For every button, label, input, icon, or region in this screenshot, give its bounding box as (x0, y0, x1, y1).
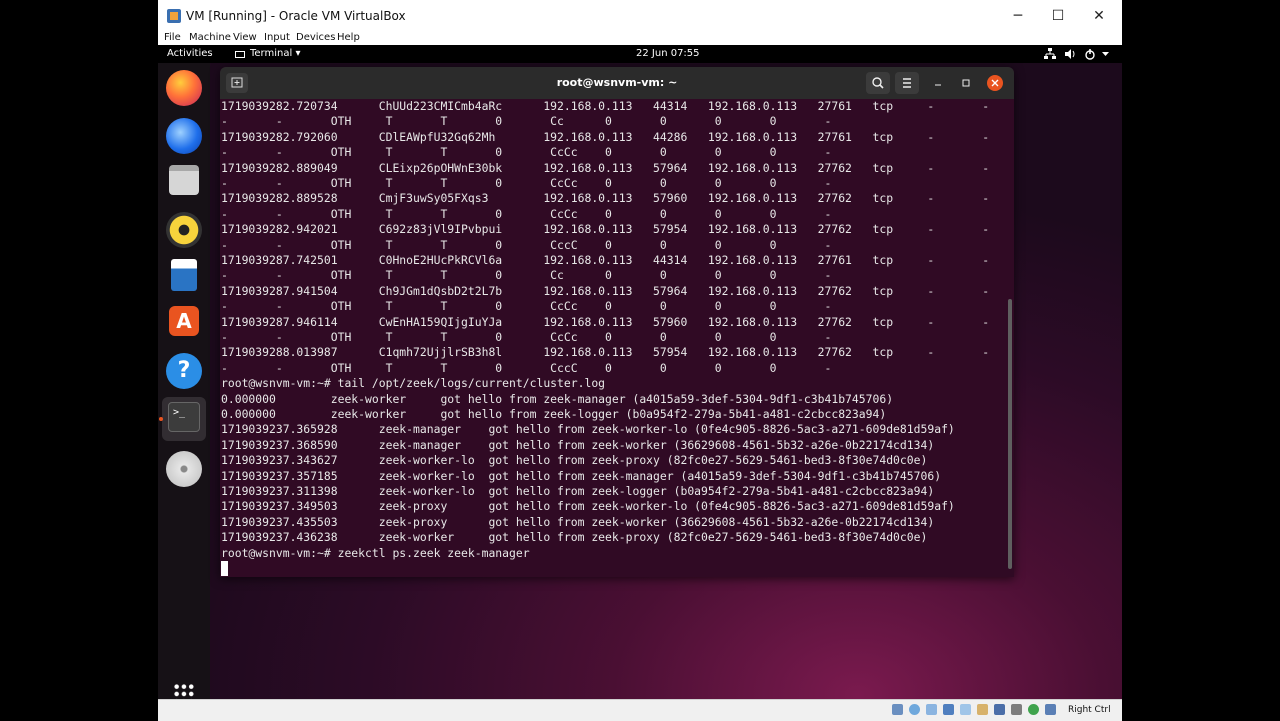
menu-help[interactable]: Help (337, 32, 360, 43)
help-icon[interactable]: ? (166, 353, 202, 389)
terminal-line: 0.000000 zeek-worker got hello from zeek… (221, 407, 887, 421)
terminal-line: - - OTH T T 0 CccC 0 0 0 0 - (221, 360, 832, 375)
volume-icon[interactable] (1064, 48, 1076, 60)
clock[interactable]: 22 Jun 07:55 (636, 48, 700, 59)
recording-icon[interactable] (1011, 704, 1022, 715)
terminal-line: 1719039237.435503 zeek-proxy got hello f… (221, 514, 935, 529)
terminal-window[interactable]: root@wsnvm-vm: ~ 1719039282.720734 ChUUd… (220, 67, 1014, 577)
audio-icon[interactable] (926, 704, 937, 715)
usb-icon[interactable] (960, 704, 971, 715)
terminal-scrollbar[interactable] (1008, 299, 1012, 569)
menu-machine[interactable]: Machine (189, 32, 231, 43)
menu-view[interactable]: View (233, 32, 257, 43)
show-applications-icon[interactable] (173, 683, 195, 699)
terminal-line: - - OTH T T 0 CcCc 0 0 0 0 - (221, 176, 832, 190)
files-icon[interactable] (169, 165, 199, 195)
terminal-line: 1719039237.365928 zeek-manager got hello… (221, 422, 955, 437)
keyboard-icon[interactable] (1045, 704, 1056, 715)
terminal-line: root@wsnvm-vm:~# tail /opt/zeek/logs/cur… (221, 376, 606, 391)
running-indicator (159, 417, 163, 421)
terminal-line: 0.000000 zeek-worker got hello from zeek… (221, 391, 894, 406)
close-button[interactable]: ✕ (1079, 4, 1119, 28)
thunderbird-icon[interactable] (166, 118, 202, 154)
terminal-line: 1719039282.720734 ChUUd223CMICmb4aRc 192… (221, 99, 990, 113)
display-icon[interactable] (994, 704, 1005, 715)
terminal-headerbar: root@wsnvm-vm: ~ (220, 67, 1014, 99)
terminal-line: 1719039287.946114 CwEnHA159QIjgIuYJa 192… (221, 314, 990, 329)
terminal-line: 1719039288.013987 C1qmh72UjjlrSB3h8l 192… (221, 345, 990, 360)
gnome-top-bar: Activities Terminal ▾ 22 Jun 07:55 (158, 45, 1122, 63)
terminal-line: - - OTH T T 0 CcCc 0 0 0 0 - (221, 299, 832, 314)
terminal-line: - - OTH T T 0 CcCc 0 0 0 0 - (221, 145, 832, 160)
optical-drive-icon[interactable] (909, 704, 920, 715)
menu-button[interactable] (895, 72, 919, 94)
terminal-output[interactable]: 1719039282.720734 ChUUd223CMICmb4aRc 192… (220, 99, 1014, 577)
menu-input[interactable]: Input (264, 32, 290, 43)
app-menu-terminal[interactable]: Terminal ▾ (250, 48, 300, 59)
host-key-label: Right Ctrl (1068, 705, 1111, 715)
network-adapter-icon[interactable] (943, 704, 954, 715)
terminal-line: - - OTH T T 0 CcCc 0 0 0 0 - (221, 206, 832, 221)
hamburger-menu-icon (903, 78, 911, 88)
rhythmbox-icon[interactable] (166, 212, 202, 248)
chevron-down-icon[interactable] (1101, 50, 1110, 58)
terminal-line: 1719039287.742501 C0HnoE2HUcPkRCVl6a 192… (221, 253, 990, 267)
maximize-icon[interactable] (961, 78, 971, 88)
terminal-line: 1719039237.343627 zeek-worker-lo got hel… (221, 453, 928, 468)
terminal-icon[interactable]: >_ (168, 402, 200, 432)
terminal-line: 1719039237.311398 zeek-worker-lo got hel… (221, 484, 935, 498)
virtualbox-logo-icon (167, 9, 181, 23)
minimize-icon[interactable] (933, 78, 943, 88)
text-cursor (221, 561, 228, 576)
search-button[interactable] (866, 72, 890, 94)
ubuntu-dock: A ? >_ (158, 63, 210, 699)
minimize-button[interactable]: ─ (998, 4, 1038, 28)
terminal-line: 1719039237.368590 zeek-manager got hello… (221, 437, 935, 452)
menu-devices[interactable]: Devices (296, 32, 335, 43)
terminal-line: 1719039237.349503 zeek-proxy got hello f… (221, 499, 955, 514)
guest-screen[interactable]: Activities Terminal ▾ 22 Jun 07:55 A ? >… (158, 45, 1122, 699)
terminal-line: 1719039282.889528 CmjF3uwSy05FXqs3 192.1… (221, 191, 990, 206)
terminal-line: - - OTH T T 0 Cc 0 0 0 0 - (221, 268, 832, 283)
software-center-icon[interactable]: A (169, 306, 199, 336)
terminal-close-button[interactable] (987, 75, 1003, 91)
dvd-icon[interactable] (166, 451, 202, 487)
virtualbox-window: VM [Running] - Oracle VM VirtualBox ─ ☐ … (158, 0, 1122, 721)
power-icon[interactable] (1084, 48, 1096, 60)
terminal-line: - - OTH T T 0 CccC 0 0 0 0 - (221, 237, 832, 252)
menu-bar: File Machine View Input Devices Help (158, 32, 1122, 45)
terminal-line: 1719039237.357185 zeek-worker-lo got hel… (221, 468, 942, 483)
window-titlebar: VM [Running] - Oracle VM VirtualBox ─ ☐ … (158, 0, 1122, 32)
close-icon (991, 79, 999, 87)
terminal-line: 1719039282.889049 CLEixp26pOHWnE30bk 192… (221, 160, 990, 175)
terminal-line: 1719039282.792060 CDlEAWpfU32Gq62Mh 192.… (221, 129, 990, 144)
terminal-line: 1719039287.941504 Ch9JGm1dQsbD2t2L7b 192… (221, 283, 990, 298)
search-icon (872, 77, 884, 89)
terminal-app-icon (235, 51, 245, 58)
libreoffice-writer-icon[interactable] (171, 259, 197, 291)
firefox-icon[interactable] (166, 70, 202, 106)
mouse-integration-icon[interactable] (1028, 704, 1039, 715)
terminal-line: - - OTH T T 0 CcCc 0 0 0 0 - (221, 330, 832, 344)
menu-file[interactable]: File (164, 32, 181, 43)
window-title: VM [Running] - Oracle VM VirtualBox (186, 9, 406, 23)
network-icon[interactable] (1044, 48, 1056, 60)
terminal-line: - - OTH T T 0 Cc 0 0 0 0 - (221, 114, 832, 129)
terminal-prompt-line: root@wsnvm-vm:~# zeekctl ps.zeek zeek-ma… (221, 545, 530, 560)
shared-folder-icon[interactable] (977, 704, 988, 715)
terminal-line: 1719039282.942021 C692z83jVl9IPvbpui 192… (221, 222, 990, 237)
activities-button[interactable]: Activities (167, 48, 213, 59)
maximize-button[interactable]: ☐ (1038, 4, 1078, 28)
terminal-line: 1719039237.436238 zeek-worker got hello … (221, 530, 928, 545)
hdd-icon[interactable] (892, 704, 903, 715)
